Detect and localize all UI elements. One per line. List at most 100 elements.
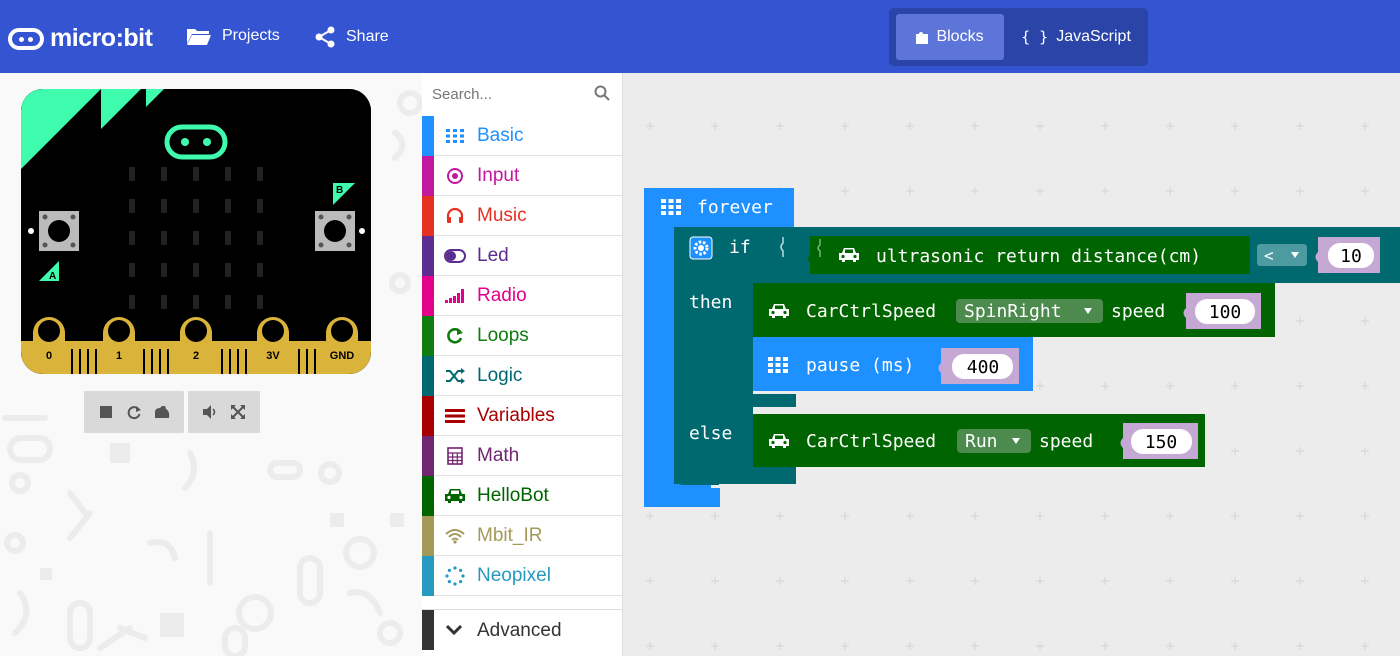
- debug-button[interactable]: [148, 398, 176, 426]
- top-bar: micro:bit Projects Share Blocks { } Java…: [0, 0, 1400, 73]
- speed-number-block[interactable]: 100: [1183, 293, 1262, 329]
- category-math[interactable]: Math: [422, 436, 622, 476]
- speed-value: 100: [1209, 302, 1242, 323]
- category-color-bar: [422, 516, 434, 556]
- threshold-number-block[interactable]: 10: [1315, 237, 1381, 273]
- category-mbit-ir[interactable]: Mbit_IR: [422, 516, 622, 556]
- grid-icon: [444, 125, 466, 147]
- category-label: Radio: [477, 285, 527, 306]
- fullscreen-button[interactable]: [224, 398, 252, 426]
- comparison-operator-dropdown[interactable]: <: [1257, 244, 1307, 266]
- projects-label: Projects: [222, 27, 280, 44]
- wifi-icon: [444, 525, 466, 547]
- category-variables[interactable]: Variables: [422, 396, 622, 436]
- direction-label: Run: [965, 431, 998, 452]
- pin-1-label: 1: [116, 350, 122, 362]
- category-loops[interactable]: Loops: [422, 316, 622, 356]
- shuffle-icon: [444, 365, 466, 387]
- direction-dropdown[interactable]: SpinRight: [956, 299, 1103, 323]
- blocks-tab[interactable]: Blocks: [896, 14, 1004, 60]
- microbit-logo[interactable]: micro:bit: [8, 24, 153, 53]
- stop-button[interactable]: [92, 398, 120, 426]
- category-radio[interactable]: Radio: [422, 276, 622, 316]
- pause-block[interactable]: pause (ms) 400: [753, 337, 1033, 391]
- if-label: if: [729, 237, 751, 258]
- car-ctrl-label: CarCtrlSpeed: [806, 431, 936, 452]
- category-led[interactable]: Led: [422, 236, 622, 276]
- puzzle-icon: [916, 32, 929, 44]
- category-color-bar: [422, 196, 434, 236]
- grid-icon: [661, 199, 681, 215]
- pause-number-block[interactable]: 400: [938, 348, 1020, 384]
- pin-0-label: 0: [46, 350, 52, 362]
- category-label: Math: [477, 445, 520, 466]
- ultrasonic-label: ultrasonic return distance(cm): [876, 246, 1201, 267]
- simulator-panel: A B 0 1 2 3V GND: [0, 73, 422, 656]
- category-color-bar: [422, 556, 434, 596]
- category-input[interactable]: Input: [422, 156, 622, 196]
- toolbox: Basic Input Music Led Radio Loops: [422, 73, 623, 656]
- brand-name: micro:bit: [50, 24, 153, 52]
- pause-value: 400: [967, 357, 1000, 378]
- simulator-view-controls: [188, 391, 260, 433]
- category-neopixel[interactable]: Neopixel: [422, 556, 622, 596]
- direction-dropdown[interactable]: Run: [957, 429, 1031, 453]
- debug-icon: [155, 406, 170, 418]
- chevron-down-icon: [446, 624, 462, 636]
- direction-label: SpinRight: [964, 301, 1062, 322]
- category-logic[interactable]: Logic: [422, 356, 622, 396]
- category-color-bar: [422, 276, 434, 316]
- pin-2-label: 2: [193, 350, 199, 362]
- else-label: else: [689, 423, 732, 444]
- category-hellobot[interactable]: HelloBot: [422, 476, 622, 516]
- pause-label: pause (ms): [806, 355, 914, 376]
- headphones-icon: [444, 205, 466, 227]
- category-advanced[interactable]: Advanced: [422, 609, 622, 650]
- threshold-value: 10: [1340, 246, 1362, 267]
- category-label: Neopixel: [477, 565, 551, 586]
- category-basic[interactable]: Basic: [422, 116, 622, 156]
- mute-button[interactable]: [196, 398, 224, 426]
- ultrasonic-distance-block[interactable]: ultrasonic return distance(cm): [808, 236, 1250, 274]
- category-color-bar: [422, 116, 434, 156]
- search-input[interactable]: [430, 81, 594, 107]
- restart-button[interactable]: [120, 398, 148, 426]
- editor-mode-toggle: Blocks { } JavaScript: [889, 8, 1148, 66]
- toolbox-search: [422, 73, 622, 115]
- workspace-canvas: forever if then else ultrasonic return d…: [644, 122, 1400, 650]
- simulator-controls: [84, 391, 260, 433]
- projects-button[interactable]: Projects: [186, 26, 280, 46]
- gear-icon[interactable]: [689, 236, 713, 260]
- svg-text:A: A: [49, 271, 56, 282]
- pin-3v-label: 3V: [266, 350, 280, 362]
- speed-number-block[interactable]: 150: [1120, 423, 1199, 459]
- category-color-bar: [422, 396, 434, 436]
- category-label: Mbit_IR: [477, 525, 543, 546]
- microbit-board-graphic: A B 0 1 2 3V GND: [21, 89, 371, 374]
- folder-icon: [187, 29, 211, 45]
- toggle-icon: [444, 245, 466, 267]
- car-ctrl-speed-run-block[interactable]: CarCtrlSpeed Run speed 150: [753, 414, 1205, 467]
- target-icon: [444, 165, 466, 187]
- search-icon[interactable]: [594, 85, 610, 101]
- category-label: Basic: [477, 125, 524, 146]
- restart-icon: [127, 406, 141, 420]
- blocks-workspace[interactable]: forever if then else ultrasonic return d…: [623, 73, 1400, 656]
- category-label: Loops: [477, 325, 529, 346]
- share-button[interactable]: Share: [314, 26, 389, 48]
- category-label: Music: [477, 205, 527, 226]
- category-music[interactable]: Music: [422, 196, 622, 236]
- forever-label: forever: [697, 197, 773, 218]
- fullscreen-icon: [231, 405, 245, 419]
- operator-label: <: [1264, 246, 1274, 265]
- javascript-tab[interactable]: { } JavaScript: [1011, 14, 1141, 60]
- microbit-board: A B 0 1 2 3V GND: [21, 89, 371, 374]
- stop-icon: [100, 406, 112, 418]
- speed-label: speed: [1039, 431, 1093, 452]
- category-label: Led: [477, 245, 509, 266]
- pin-gnd-label: GND: [330, 350, 355, 362]
- category-label: HelloBot: [477, 485, 549, 506]
- category-color-bar: [422, 436, 434, 476]
- category-color-bar: [422, 476, 434, 516]
- car-ctrl-speed-spinright-block[interactable]: CarCtrlSpeed SpinRight speed 100: [753, 283, 1275, 337]
